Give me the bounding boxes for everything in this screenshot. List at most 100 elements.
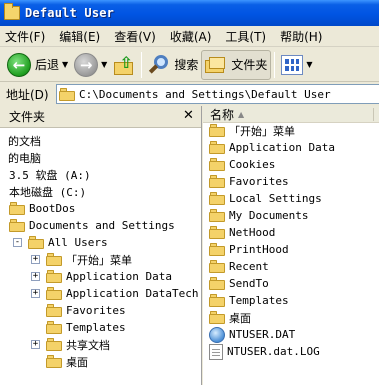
folders-pane: 文件夹 ✕ 的文档 的电脑 3.5 软盘 (A:) 本地磁盘 (C:) Boot… [0,106,202,385]
folder-icon [209,141,225,154]
system-file-icon [209,326,225,343]
menu-view[interactable]: 查看(V) [114,28,156,45]
folder-icon [46,253,62,266]
folder-icon [46,304,62,317]
search-button[interactable]: 搜索 [145,50,201,80]
back-arrow-icon: ← [7,52,31,77]
file-item[interactable]: NTUSER.dat.LOG [209,343,320,360]
file-item[interactable]: PrintHood [209,241,289,258]
address-bar: 地址(D) C:\Documents and Settings\Default … [0,83,379,105]
close-icon[interactable]: ✕ [181,109,196,124]
tree-item[interactable]: 3.5 软盘 (A:) [5,166,91,183]
file-item[interactable]: My Documents [209,207,308,224]
forward-arrow-icon: → [74,52,99,77]
tree-item[interactable]: 的文档 [4,132,41,149]
folder-icon [46,270,62,283]
toolbar-separator [141,51,143,78]
title-bar[interactable]: Default User [0,0,379,26]
file-item[interactable]: Templates [209,292,289,309]
folder-icon [209,311,225,324]
folder-icon [209,209,225,222]
expand-icon[interactable]: + [31,272,40,281]
address-label: 地址(D) [6,87,49,102]
menu-favorites[interactable]: 收藏(A) [170,28,212,45]
collapse-icon[interactable]: - [13,238,22,247]
tree-item[interactable]: Favorites [46,302,126,319]
forward-dropdown-icon[interactable]: ▼ [101,60,107,69]
folder-icon [4,3,20,20]
menu-bar: 文件(F) 编辑(E) 查看(V) 收藏(A) 工具(T) 帮助(H) [0,26,379,47]
file-item[interactable]: Application Data [209,139,335,156]
folder-icon [209,175,225,188]
folders-label: 文件夹 [231,58,268,72]
tree-item[interactable]: 本地磁盘 (C:) [5,183,86,200]
tree-item[interactable]: Templates [46,319,126,336]
folders-pane-title: 文件夹 [9,110,46,124]
file-item[interactable]: 「开始」菜单 [209,122,295,139]
file-item[interactable]: NTUSER.DAT [209,326,295,343]
search-label: 搜索 [174,58,199,72]
tree-item[interactable]: 「开始」菜单 [46,251,132,268]
forward-button[interactable]: → ▼ [71,50,110,80]
folder-icon [209,192,225,205]
folder-up-icon: ⇧ [113,53,135,76]
folder-icon [9,202,25,215]
back-label: 后退 [35,58,60,72]
folder-icon [209,277,225,290]
file-item[interactable]: Local Settings [209,190,322,207]
file-item[interactable]: 桌面 [209,309,251,326]
address-value: C:\Documents and Settings\Default User [79,87,331,101]
menu-file[interactable]: 文件(F) [5,28,45,45]
expand-icon[interactable]: + [31,340,40,349]
tree-item[interactable]: Application DataTech [46,285,198,302]
back-dropdown-icon[interactable]: ▼ [62,60,68,69]
file-item[interactable]: SendTo [209,275,269,292]
folder-icon [209,226,225,239]
back-button[interactable]: ← 后退 ▼ [4,50,71,80]
tree-item[interactable]: All Users [28,234,108,251]
tree-item[interactable]: Application Data [46,268,172,285]
folder-icon [209,260,225,273]
folders-pane-header: 文件夹 ✕ [0,106,201,128]
window-title: Default User [25,6,115,20]
folders-button[interactable]: 文件夹 [201,49,272,80]
sort-ascending-icon: ▲ [238,109,245,119]
column-separator[interactable] [373,108,374,121]
up-button[interactable]: ⇧ [110,50,138,80]
folder-icon [46,321,62,334]
name-column-label: 名称 [210,107,235,122]
tree-item[interactable]: 桌面 [46,353,88,370]
menu-edit[interactable]: 编辑(E) [59,28,100,45]
folder-open-icon [9,219,25,232]
file-item[interactable]: Recent [209,258,269,275]
name-column-header[interactable]: 名称 ▲ [203,106,379,123]
folder-icon [209,294,225,307]
expand-icon[interactable]: + [31,289,40,298]
folder-icon [59,87,75,101]
file-item[interactable]: NetHood [209,224,275,241]
views-icon [281,54,304,75]
folder-icon [209,158,225,171]
tree-item[interactable]: BootDos [9,200,75,217]
views-dropdown-icon[interactable]: ▼ [306,60,312,69]
file-item[interactable]: Favorites [209,173,289,190]
folder-icon [46,287,62,300]
folder-icon [209,243,225,256]
address-input[interactable]: C:\Documents and Settings\Default User [56,84,379,104]
expand-icon[interactable]: + [31,255,40,264]
folders-icon [205,56,227,74]
folder-icon [209,124,225,137]
tree-item[interactable]: Documents and Settings [9,217,175,234]
menu-tools[interactable]: 工具(T) [225,28,266,45]
tree-item[interactable]: 的电脑 [4,149,41,166]
search-icon [148,54,170,76]
folder-icon [46,338,62,351]
toolbar: ← 后退 ▼ → ▼ ⇧ 搜索 文件夹 ▼ [0,48,379,82]
file-item[interactable]: Cookies [209,156,275,173]
text-file-icon [209,343,223,360]
toolbar-separator [274,51,276,78]
menu-help[interactable]: 帮助(H) [280,28,322,45]
views-button[interactable]: ▼ [278,50,315,80]
tree-item[interactable]: 共享文档 [46,336,110,353]
file-list-pane: 名称 ▲ 「开始」菜单 Application Data Cookies Fav… [203,106,379,385]
